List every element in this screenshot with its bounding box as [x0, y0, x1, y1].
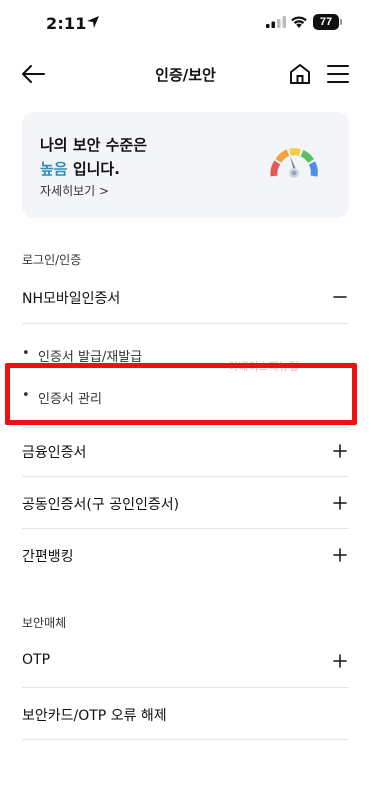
hamburger-menu-icon[interactable] — [327, 64, 349, 84]
menu-nh-mobile-cert[interactable]: NH모바일인증서 — [22, 272, 349, 324]
menu-label: 간편뱅킹 — [22, 549, 74, 565]
battery-level: 77 — [319, 16, 333, 28]
menu-card-otp-unlock[interactable]: 보안카드/OTP 오류 해제 — [22, 689, 349, 741]
divider — [22, 323, 349, 324]
security-level-card: 나의 보안 수준은 높음 입니다. 자세히보기 > — [22, 112, 349, 218]
menu-joint-cert[interactable]: 공동인증서(구 공인인증서) — [22, 478, 349, 530]
security-level-suffix: 입니다. — [67, 160, 120, 178]
divider — [22, 739, 349, 740]
menu-label: OTP — [22, 652, 51, 668]
divider — [22, 687, 349, 688]
section-login-auth: 로그인/인증 — [22, 253, 82, 267]
security-level-text: 높음 입니다. — [40, 158, 120, 179]
security-level-heading: 나의 보안 수준은 — [40, 136, 148, 154]
section-security-media: 보안매체 — [22, 616, 67, 630]
location-arrow-icon — [87, 16, 99, 28]
battery-cap — [340, 19, 342, 25]
cellular-signal-icon — [266, 16, 286, 28]
menu-label: NH모바일인증서 — [22, 291, 121, 307]
divider — [22, 476, 349, 477]
page-title: 인증/보안 — [155, 66, 216, 84]
menu-label: 공동인증서(구 공인인증서) — [22, 497, 180, 513]
home-icon[interactable] — [288, 62, 312, 86]
view-details-link[interactable]: 자세히보기 > — [40, 182, 109, 199]
plus-icon[interactable] — [333, 654, 347, 668]
bullet: • — [22, 346, 30, 361]
app-header: 인증/보안 — [0, 52, 371, 96]
menu-label: 보안카드/OTP 오류 해제 — [22, 708, 167, 724]
security-gauge-icon — [270, 148, 318, 178]
minus-icon[interactable] — [333, 290, 347, 304]
status-time: 2:11 — [46, 14, 87, 33]
menu-label: 금융인증서 — [22, 445, 87, 461]
menu-simple-banking[interactable]: 간편뱅킹 — [22, 530, 349, 582]
plus-icon[interactable] — [333, 444, 347, 458]
battery-indicator: 77 — [313, 14, 339, 30]
security-level-value: 높음 — [40, 160, 68, 178]
menu-financial-cert[interactable]: 금융인증서 — [22, 426, 349, 478]
menu-otp[interactable]: OTP — [22, 636, 349, 688]
plus-icon[interactable] — [333, 548, 347, 562]
divider — [22, 528, 349, 529]
status-bar: 2:11 77 — [0, 0, 371, 48]
highlight-box — [5, 363, 357, 425]
plus-icon[interactable] — [333, 496, 347, 510]
wifi-icon — [291, 16, 307, 28]
